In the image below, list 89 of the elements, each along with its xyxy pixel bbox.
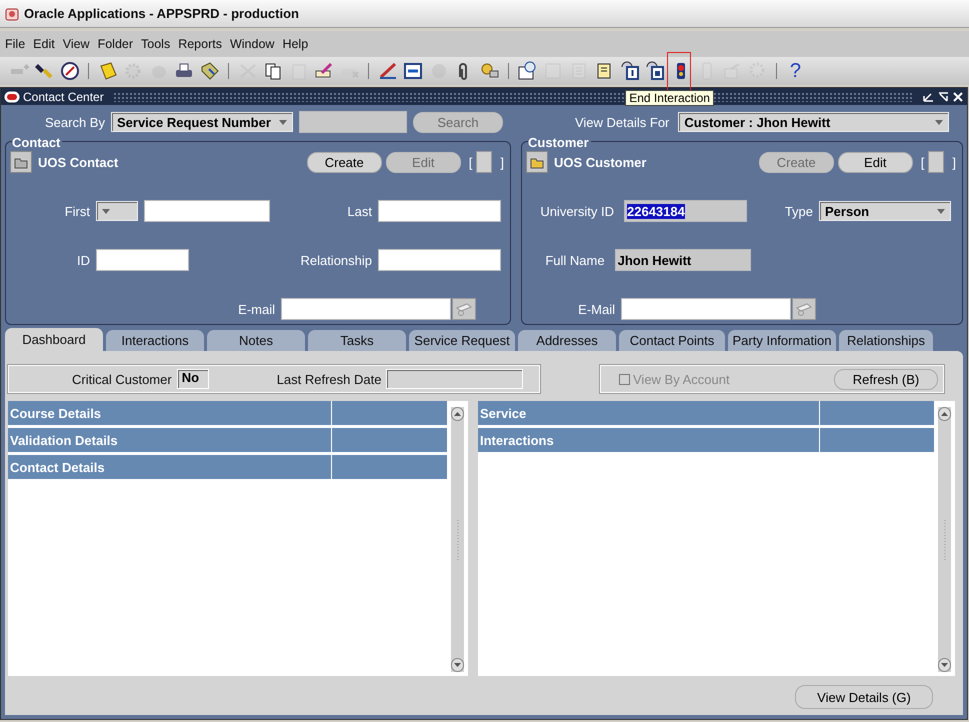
scrollbar[interactable] bbox=[451, 407, 464, 672]
field-label: Last Refresh Date bbox=[276, 372, 382, 386]
copy-icon[interactable] bbox=[263, 61, 284, 81]
search-by-dropdown[interactable]: Service Request Number bbox=[110, 112, 293, 132]
scroll-down-icon bbox=[938, 658, 951, 672]
list-row[interactable]: Service bbox=[478, 401, 820, 425]
input-field[interactable] bbox=[378, 249, 501, 271]
panel-heading: UOS Contact bbox=[38, 154, 118, 170]
scrollbar[interactable] bbox=[938, 407, 951, 672]
field-label: Last bbox=[346, 204, 372, 218]
scroll-up-icon bbox=[938, 407, 951, 421]
indicator-box bbox=[476, 151, 492, 173]
tooltip: End Interaction bbox=[625, 90, 714, 106]
input-field[interactable]: Jhon Hewitt bbox=[614, 249, 751, 271]
critical-customer-field[interactable]: No bbox=[176, 369, 209, 389]
email-field[interactable] bbox=[281, 298, 451, 320]
field-label: University ID bbox=[539, 204, 614, 218]
bracket: ] bbox=[952, 154, 956, 170]
input-field[interactable] bbox=[96, 249, 189, 271]
app-icon bbox=[4, 6, 20, 22]
bracket: [ bbox=[920, 154, 924, 170]
close-icon[interactable] bbox=[952, 90, 964, 102]
oracle-logo-icon bbox=[4, 90, 20, 102]
maximize-icon[interactable] bbox=[937, 90, 949, 102]
tab[interactable]: Addresses bbox=[518, 330, 616, 351]
search-field[interactable] bbox=[298, 111, 407, 133]
form-title: Contact Center bbox=[23, 90, 104, 104]
panel-heading: UOS Customer bbox=[554, 154, 646, 170]
list-row[interactable]: Contact Details bbox=[8, 455, 332, 479]
last-refresh-field[interactable] bbox=[386, 369, 524, 389]
scroll-down-icon bbox=[451, 658, 464, 672]
dropdown-arrow-icon bbox=[102, 208, 110, 214]
list-row[interactable]: Course Details bbox=[8, 401, 332, 425]
window-title: Oracle Applications - APPSPRD - production bbox=[24, 6, 299, 21]
dropdown-arrow-icon bbox=[278, 120, 287, 124]
menu-item[interactable]: Help bbox=[278, 37, 312, 51]
field-label: First bbox=[64, 204, 90, 218]
tab[interactable]: Dashboard bbox=[5, 328, 103, 351]
field-label: E-mail bbox=[238, 302, 275, 316]
edit-button[interactable]: Edit bbox=[838, 152, 913, 172]
email-field[interactable] bbox=[621, 298, 791, 320]
scroll-up-icon bbox=[451, 407, 464, 421]
menu-item[interactable]: Reports bbox=[174, 37, 226, 51]
window-icon[interactable] bbox=[403, 61, 424, 81]
checkbox-label: View By Account bbox=[633, 372, 730, 386]
dropdown-arrow-icon bbox=[937, 208, 945, 214]
field-label: Full Name bbox=[544, 252, 605, 268]
field-label: Type bbox=[784, 204, 813, 218]
field-label: ID bbox=[76, 252, 90, 268]
menu-item[interactable]: View bbox=[58, 37, 94, 51]
scroll-grip-icon bbox=[454, 520, 460, 560]
view-details-dropdown[interactable]: Customer : Jhon Hewitt bbox=[678, 112, 950, 132]
dropdown-arrow-icon bbox=[935, 120, 944, 124]
tab[interactable]: Service Request bbox=[409, 330, 515, 351]
tab[interactable]: Relationships bbox=[839, 330, 933, 351]
panel-legend: Contact bbox=[12, 136, 62, 149]
view-details-button[interactable]: View Details (G) bbox=[795, 685, 933, 709]
menu-item[interactable]: Edit bbox=[29, 37, 59, 51]
field-label: E-Mail bbox=[578, 302, 615, 316]
title-dropdown[interactable] bbox=[96, 201, 138, 221]
tab[interactable]: Contact Points bbox=[619, 330, 725, 351]
list-row[interactable]: Validation Details bbox=[8, 428, 332, 452]
menu-item[interactable]: File bbox=[1, 37, 30, 51]
field-label: View Details For bbox=[574, 114, 670, 130]
scroll-grip-icon bbox=[942, 520, 948, 560]
input-field[interactable] bbox=[144, 200, 270, 222]
refresh-button[interactable]: Refresh (B) bbox=[834, 368, 938, 390]
menu-item[interactable]: Folder bbox=[94, 37, 138, 51]
field-label: Critical Customer bbox=[72, 372, 172, 386]
compass-icon[interactable] bbox=[60, 61, 80, 81]
type-dropdown[interactable]: Person bbox=[819, 201, 951, 221]
list-row[interactable]: Interactions bbox=[478, 428, 820, 452]
field-label: Relationship bbox=[299, 252, 372, 268]
input-field[interactable]: 22643184 bbox=[624, 200, 747, 222]
tab[interactable]: Party Information bbox=[728, 330, 836, 351]
tab[interactable]: Interactions bbox=[106, 330, 204, 351]
bracket: ] bbox=[500, 154, 504, 170]
menu-item[interactable]: Tools bbox=[137, 37, 174, 51]
help-button[interactable]: ? bbox=[788, 61, 802, 81]
input-field[interactable] bbox=[378, 200, 501, 222]
field-label: Search By bbox=[45, 114, 105, 130]
tab[interactable]: Tasks bbox=[308, 330, 406, 351]
minimize-icon[interactable] bbox=[922, 90, 934, 102]
menu-item[interactable]: Window bbox=[226, 37, 278, 51]
tab[interactable]: Notes bbox=[207, 330, 305, 351]
bracket: [ bbox=[468, 154, 472, 170]
indicator-box bbox=[928, 151, 944, 173]
panel-legend: Customer bbox=[528, 136, 591, 149]
create-button[interactable]: Create bbox=[306, 152, 382, 172]
